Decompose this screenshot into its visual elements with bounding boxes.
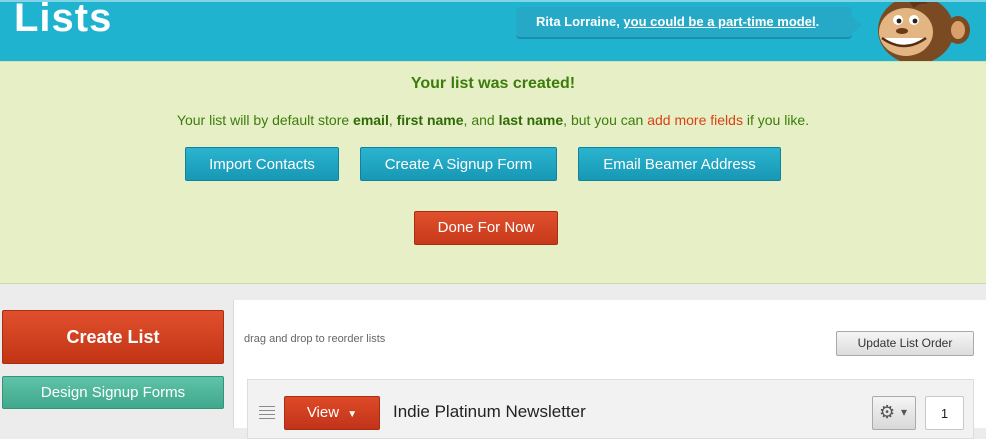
greeting-bubble: Rita Lorraine, you could be a part-time …	[516, 7, 862, 39]
notice-title: Your list was created!	[410, 75, 576, 92]
design-signup-forms-button[interactable]: Design Signup Forms	[2, 376, 224, 409]
email-beamer-address-button[interactable]: Email Beamer Address	[578, 147, 781, 181]
import-contacts-button[interactable]: Import Contacts	[185, 147, 339, 181]
field-first-name: first name	[396, 112, 464, 128]
view-list-button[interactable]: View ▼	[284, 396, 380, 430]
caret-down-icon: ▾	[901, 405, 908, 419]
list-name[interactable]: Indie Platinum Newsletter	[393, 402, 586, 422]
gear-icon: ⚙	[879, 402, 896, 422]
lists-panel: drag and drop to reorder lists Update Li…	[233, 300, 986, 439]
create-signup-form-button[interactable]: Create A Signup Form	[360, 147, 557, 181]
dropdown-arrow-icon: ▼	[347, 409, 358, 420]
add-more-fields-link[interactable]: add more fields	[647, 112, 743, 128]
done-for-now-button[interactable]: Done For Now	[414, 211, 558, 245]
update-list-order-button[interactable]: Update List Order	[836, 331, 974, 356]
monkey-mascot-logo	[858, 2, 986, 63]
drag-handle-icon[interactable]	[259, 406, 275, 420]
user-name: Rita Lorraine	[536, 14, 617, 29]
success-notice: Your list was created! Your list will by…	[0, 61, 986, 284]
notice-description: Your list will by default store email, f…	[176, 112, 810, 128]
list-row[interactable]: View ▼ Indie Platinum Newsletter ⚙ ▾ 1	[247, 379, 974, 439]
drag-hint: drag and drop to reorder lists	[244, 333, 386, 345]
list-count-badge: 1	[925, 396, 964, 430]
field-email: email	[353, 112, 389, 128]
app-header: Lists Rita Lorraine, you could be a part…	[0, 0, 986, 63]
create-list-button[interactable]: Create List	[2, 310, 224, 364]
page-title: Lists	[14, 0, 113, 40]
greeting-link[interactable]: you could be a part-time model	[623, 14, 815, 29]
field-last-name: last name	[498, 112, 564, 128]
list-settings-button[interactable]: ⚙ ▾	[872, 396, 916, 430]
